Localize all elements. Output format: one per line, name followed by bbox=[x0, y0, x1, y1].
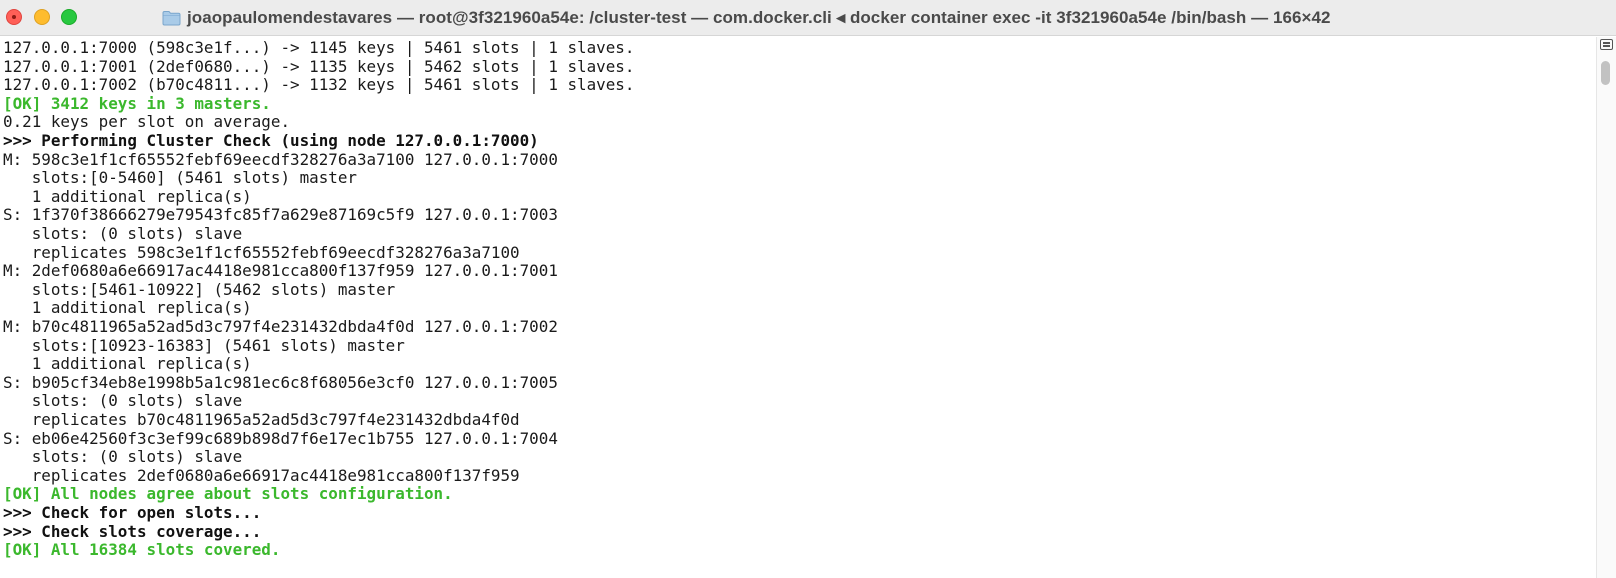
title-bar[interactable]: joaopaulomendestavares — root@3f321960a5… bbox=[0, 0, 1616, 36]
terminal-line: S: eb06e42560f3c3ef99c689b898d7f6e17ec1b… bbox=[3, 428, 558, 448]
terminal-line: replicates 598c3e1f1cf65552febf69eecdf32… bbox=[3, 242, 520, 262]
terminal-line: >>> Check slots coverage... bbox=[3, 521, 262, 541]
terminal-line: S: b905cf34eb8e1998b5a1c981ec6c8f68056e3… bbox=[3, 372, 558, 392]
terminal-line: replicates b70c4811965a52ad5d3c797f4e231… bbox=[3, 410, 520, 429]
scrollbar-thumb[interactable] bbox=[1601, 61, 1610, 85]
terminal-line: 0.21 keys per slot on average. bbox=[3, 112, 291, 132]
terminal-line: S: 1f370f38666279e79543fc85f7a629e87169c… bbox=[3, 205, 558, 225]
terminal-line: [OK] 3412 keys in 3 masters. bbox=[3, 93, 271, 113]
terminal-line: 127.0.0.1:7001 (2def0680...) -> 1135 key… bbox=[3, 56, 635, 76]
terminal-line: 1 additional replica(s) bbox=[3, 298, 252, 318]
terminal-line: slots: (0 slots) slave bbox=[3, 391, 243, 411]
window-title-text: joaopaulomendestavares — root@3f321960a5… bbox=[187, 8, 1331, 27]
terminal-line: 1 additional replica(s) bbox=[3, 354, 252, 374]
terminal-line: [OK] All nodes agree about slots configu… bbox=[3, 484, 453, 504]
terminal-output[interactable]: 127.0.0.1:7000 (598c3e1f...) -> 1145 key… bbox=[0, 37, 1596, 578]
terminal-line: 1 additional replica(s) bbox=[3, 186, 252, 206]
terminal-line: M: 598c3e1f1cf65552febf69eecdf328276a3a7… bbox=[3, 149, 558, 169]
folder-icon bbox=[162, 10, 181, 26]
terminal-line: >>> Performing Cluster Check (using node… bbox=[3, 131, 539, 150]
terminal-line: >>> Check for open slots... bbox=[3, 503, 262, 522]
terminal-line: slots:[10923-16383] (5461 slots) master bbox=[3, 335, 405, 355]
vertical-scrollbar[interactable] bbox=[1596, 37, 1616, 578]
terminal-line: slots: (0 slots) slave bbox=[3, 224, 243, 243]
minimize-window-button[interactable] bbox=[34, 9, 50, 25]
terminal-line: slots: (0 slots) slave bbox=[3, 447, 243, 467]
terminal-line: M: b70c4811965a52ad5d3c797f4e231432dbda4… bbox=[3, 317, 558, 336]
terminal-line: [OK] All 16384 slots covered. bbox=[3, 540, 281, 560]
terminal-line: slots:[0-5460] (5461 slots) master bbox=[3, 168, 357, 188]
terminal-line: 127.0.0.1:7000 (598c3e1f...) -> 1145 key… bbox=[3, 38, 635, 57]
scroll-menu-icon[interactable] bbox=[1600, 39, 1613, 50]
terminal-line: 127.0.0.1:7002 (b70c4811...) -> 1132 key… bbox=[3, 75, 635, 95]
maximize-window-button[interactable] bbox=[61, 9, 77, 25]
window-title: joaopaulomendestavares — root@3f321960a5… bbox=[162, 0, 1330, 36]
terminal-window: joaopaulomendestavares — root@3f321960a5… bbox=[0, 0, 1616, 578]
terminal-line: slots:[5461-10922] (5462 slots) master bbox=[3, 279, 396, 299]
terminal-line: replicates 2def0680a6e66917ac4418e981cca… bbox=[3, 465, 520, 485]
terminal-line: M: 2def0680a6e66917ac4418e981cca800f137f… bbox=[3, 261, 558, 281]
close-window-button[interactable] bbox=[6, 9, 22, 25]
